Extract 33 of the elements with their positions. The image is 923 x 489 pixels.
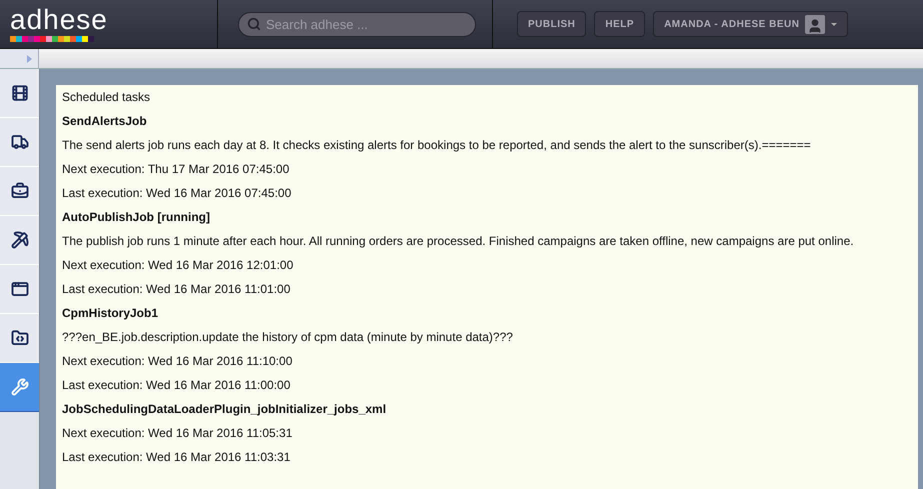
wrench-icon [10, 378, 28, 396]
sidebar-item[interactable] [0, 363, 39, 412]
user-menu-button[interactable]: AMANDA - ADHESE BEUN [653, 11, 848, 37]
next-execution: Next execution: Wed 16 Mar 2016 12:01:00 [62, 257, 294, 274]
color-strip-icon [10, 36, 94, 42]
job-name: AutoPublishJob [running] [62, 209, 211, 226]
search-field[interactable]: Search adhese ... [238, 12, 476, 36]
last-execution: Last execution: Wed 16 Mar 2016 11:01:00 [62, 281, 292, 298]
avatar-icon [805, 14, 826, 34]
header-button[interactable]: HELP [594, 11, 646, 37]
briefcase-icon [10, 182, 28, 200]
job-description: ???en_BE.job.description.update the history of cpm data (minute by minute data)??? [62, 329, 514, 346]
logo-text: adhese [10, 6, 109, 32]
code-folder-icon [10, 329, 28, 347]
next-execution: Next execution: Thu 17 Mar 2016 07:45:00 [62, 161, 290, 178]
truck-icon [10, 133, 28, 151]
job-description: The send alerts job runs each day at 8. It checks existing alerts for bookings to be reported, and sends the alert to the sunscriber(s).======= [62, 137, 812, 154]
job-name: CpmHistoryJob1 [62, 305, 160, 322]
window-icon [10, 280, 28, 298]
next-execution: Next execution: Wed 16 Mar 2016 11:10:00 [62, 353, 294, 370]
last-execution: Last execution: Wed 16 Mar 2016 11:00:00 [62, 377, 292, 394]
last-execution: Last execution: Wed 16 Mar 2016 07:45:00 [62, 185, 292, 202]
next-execution: Next execution: Wed 16 Mar 2016 11:05:31 [62, 425, 294, 442]
film-strip-icon [10, 84, 28, 102]
page-title: Scheduled tasks [62, 89, 152, 106]
search-icon [247, 16, 261, 30]
header-button[interactable]: PUBLISH [517, 11, 586, 37]
job-description: The publish job runs 1 minute after each hour. All running orders are processed. Finished campaigns are taken offline, new campaigns are put online. [62, 233, 855, 250]
last-execution: Last execution: Wed 16 Mar 2016 11:03:31 [62, 449, 292, 466]
job-name: SendAlertsJob [62, 113, 148, 130]
job-name: JobSchedulingDataLoaderPlugin_jobInitializer_jobs_xml [62, 401, 388, 418]
caret-icon [831, 22, 838, 26]
pickaxe-icon [10, 231, 28, 249]
